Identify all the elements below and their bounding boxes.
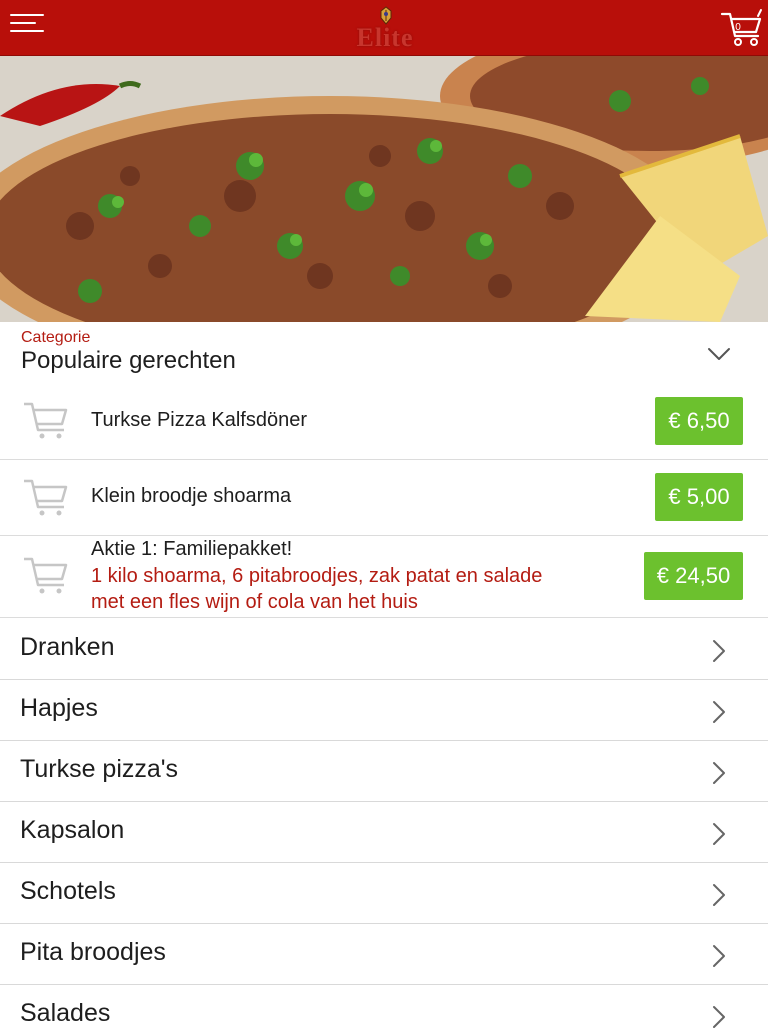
turkish-pizza-illustration [0, 56, 768, 322]
chevron-right-icon [713, 884, 725, 906]
category-label: Kapsalon [20, 816, 125, 844]
cart-button[interactable]: 0 [720, 8, 764, 48]
category-item-dranken[interactable]: Dranken [0, 619, 768, 680]
chevron-right-icon [713, 1006, 725, 1028]
category-label: Turkse pizza's [20, 755, 179, 783]
brand-logo-text: Elite [356, 23, 414, 52]
category-selector[interactable]: Categorie Populaire gerechten [0, 322, 768, 382]
chevron-down-icon [708, 348, 730, 360]
dish-row[interactable]: Klein broodje shoarma € 5,00 [0, 460, 768, 536]
dish-row[interactable]: Aktie 1: Familiepakket! 1 kilo shoarma, … [0, 536, 768, 618]
dish-name: Turkse Pizza Kalfsdöner [91, 409, 308, 431]
dish-name: Aktie 1: Familiepakket! [91, 538, 293, 560]
dish-row[interactable]: Turkse Pizza Kalfsdöner € 6,50 [0, 382, 768, 460]
top-app-bar: Elite 0 [0, 0, 768, 56]
chevron-right-icon [713, 823, 725, 845]
add-to-cart-icon[interactable] [22, 555, 70, 595]
brand-logo: Elite [352, 6, 418, 52]
hero-food-image [0, 56, 768, 322]
chevron-right-icon [713, 701, 725, 723]
chevron-right-icon [713, 640, 725, 662]
category-title: Populaire gerechten [21, 347, 236, 374]
hamburger-menu-icon [10, 14, 44, 16]
price-button[interactable]: € 5,00 [655, 473, 743, 521]
category-item-turkse-pizzas[interactable]: Turkse pizza's [0, 741, 768, 802]
category-item-kapsalon[interactable]: Kapsalon [0, 802, 768, 863]
chevron-right-icon [713, 762, 725, 784]
category-item-schotels[interactable]: Schotels [0, 863, 768, 924]
price-button[interactable]: € 6,50 [655, 397, 743, 445]
dish-description-line: 1 kilo shoarma, 6 pitabroodjes, zak pata… [91, 565, 543, 587]
add-to-cart-icon[interactable] [22, 400, 70, 440]
chevron-right-icon [713, 945, 725, 967]
category-label: Dranken [20, 633, 115, 661]
dish-description-line: met een fles wijn of cola van het huis [91, 591, 418, 613]
category-label: Schotels [20, 877, 116, 905]
category-label: Pita broodjes [20, 938, 166, 966]
category-kicker: Categorie [21, 329, 91, 346]
category-item-salades[interactable]: Salades [0, 985, 768, 1028]
category-item-pita-broodjes[interactable]: Pita broodjes [0, 924, 768, 985]
dish-name: Klein broodje shoarma [91, 485, 292, 507]
category-label: Hapjes [20, 694, 98, 722]
cart-count-badge: 0 [735, 22, 741, 33]
add-to-cart-icon[interactable] [22, 477, 70, 517]
category-item-hapjes[interactable]: Hapjes [0, 680, 768, 741]
dish-description: 1 kilo shoarma, 6 pitabroodjes, zak pata… [91, 563, 611, 615]
price-button[interactable]: € 24,50 [644, 552, 743, 600]
menu-button[interactable] [10, 14, 46, 40]
